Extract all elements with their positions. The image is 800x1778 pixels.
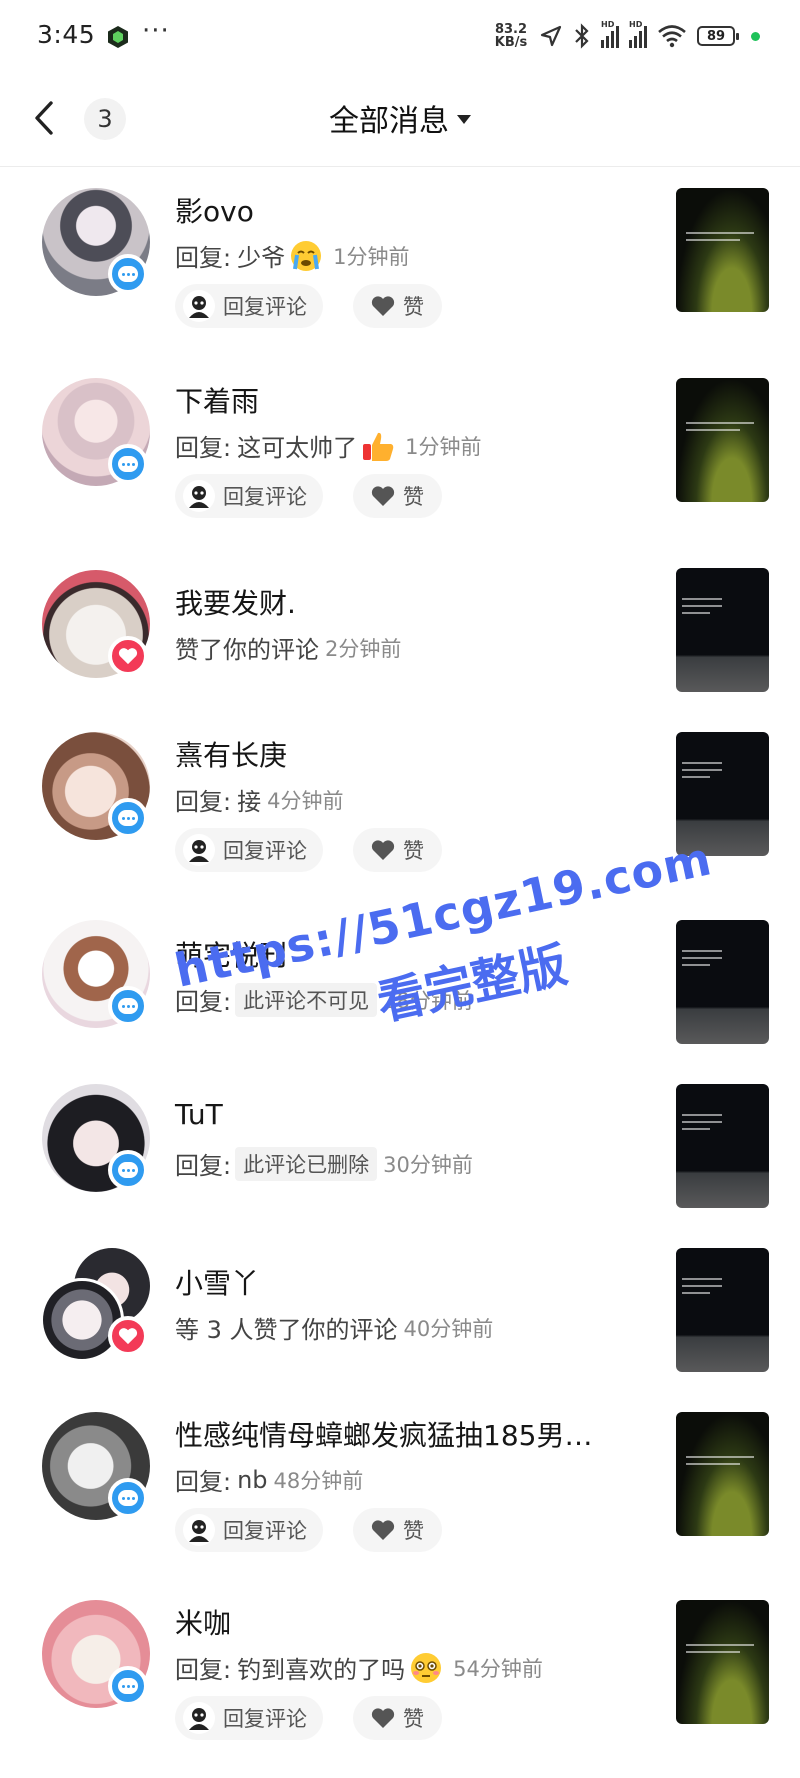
message-text: 回复: 此评论已删除 30分钟前 — [175, 1146, 473, 1181]
more-notifications-icon: ··· — [142, 16, 170, 46]
message-filter-dropdown[interactable]: 全部消息 — [0, 96, 800, 140]
heart-icon — [371, 1708, 395, 1728]
video-thumbnail[interactable] — [676, 378, 769, 502]
video-thumbnail[interactable] — [676, 1084, 769, 1208]
message-text: 回复: 这可太帅了 1分钟前 — [175, 428, 481, 463]
like-button[interactable]: 赞 — [353, 474, 442, 518]
message-text: 回复: 此评论不可见 28分钟前 — [175, 982, 473, 1017]
comment-badge-icon — [108, 1666, 148, 1706]
message-text: 赞了你的评论 2分钟前 — [175, 636, 402, 664]
reply-comment-button[interactable]: 回复评论 — [175, 828, 323, 872]
comment-badge-icon — [108, 798, 148, 838]
video-thumbnail[interactable] — [676, 568, 769, 692]
like-badge-icon — [108, 1316, 148, 1356]
privacy-indicator-dot — [751, 31, 760, 41]
message-text: 回复: 接 4分钟前 — [175, 788, 344, 816]
heart-icon — [371, 1520, 395, 1540]
wifi-icon — [658, 25, 686, 48]
page-title: 全部消息 — [329, 104, 449, 139]
user-name[interactable]: 下着雨 — [175, 380, 259, 420]
watermark-caption: 看完整版 — [372, 936, 572, 1032]
video-thumbnail[interactable] — [676, 1600, 769, 1724]
comment-badge-icon — [108, 986, 148, 1026]
my-avatar-icon — [183, 1702, 215, 1734]
status-time: 3:45 — [37, 20, 96, 49]
like-button[interactable]: 赞 — [353, 1696, 442, 1740]
message-text: 回复: 少爷 1分钟前 — [175, 238, 409, 273]
heart-icon — [371, 840, 395, 860]
heart-icon — [371, 486, 395, 506]
bluetooth-icon — [575, 23, 589, 49]
status-bar: 3:45 ··· 83.2 KB/s HD HD 89 — [0, 0, 800, 74]
video-thumbnail[interactable] — [676, 732, 769, 856]
user-name[interactable]: TuT — [175, 1098, 223, 1131]
message-text: 等 3 人赞了你的评论 40分钟前 — [175, 1316, 494, 1344]
message-text: 回复: nb 48分钟前 — [175, 1465, 364, 1497]
avatar[interactable] — [40, 1278, 124, 1362]
comment-badge-icon — [108, 444, 148, 484]
my-avatar-icon — [183, 480, 215, 512]
user-name[interactable]: 影ovo — [175, 190, 254, 230]
flushed-emoji-icon — [411, 1652, 442, 1683]
reply-comment-button[interactable]: 回复评论 — [175, 284, 323, 328]
reply-comment-button[interactable]: 回复评论 — [175, 474, 323, 518]
comment-badge-icon — [108, 1150, 148, 1190]
nav-bar: 3 全部消息 — [0, 74, 800, 167]
battery-icon: 89 — [697, 26, 739, 46]
like-button[interactable]: 赞 — [353, 1508, 442, 1552]
message-text: 回复: 钓到喜欢的了吗 54分钟前 — [175, 1650, 543, 1685]
location-icon — [540, 25, 562, 47]
crying-emoji-icon — [291, 240, 322, 271]
comment-badge-icon — [108, 254, 148, 294]
user-name[interactable]: 我要发财. — [175, 582, 296, 622]
user-name[interactable]: 小雪丫 — [175, 1262, 259, 1302]
heart-icon — [371, 296, 395, 316]
user-name[interactable]: 米咖 — [175, 1602, 231, 1642]
user-name[interactable]: 性感纯情母蟑螂发疯猛抽185男… — [175, 1414, 592, 1454]
app-notification-icon — [108, 26, 128, 48]
thumbs-up-emoji-icon — [363, 432, 394, 461]
cellular-signal-icon-2: HD — [629, 20, 647, 48]
like-button[interactable]: 赞 — [353, 828, 442, 872]
like-button[interactable]: 赞 — [353, 284, 442, 328]
cellular-signal-icon: HD — [601, 20, 619, 48]
user-name[interactable]: 熹有长庚 — [175, 734, 287, 774]
comment-badge-icon — [108, 1478, 148, 1518]
caret-down-icon — [457, 114, 471, 124]
my-avatar-icon — [183, 1514, 215, 1546]
user-name[interactable]: 萌宅悦刊 — [175, 934, 287, 974]
video-thumbnail[interactable] — [676, 1248, 769, 1372]
reply-comment-button[interactable]: 回复评论 — [175, 1508, 323, 1552]
my-avatar-icon — [183, 834, 215, 866]
reply-comment-button[interactable]: 回复评论 — [175, 1696, 323, 1740]
network-speed: 83.2 KB/s — [494, 22, 528, 50]
my-avatar-icon — [183, 290, 215, 322]
like-badge-icon — [108, 636, 148, 676]
video-thumbnail[interactable] — [676, 1412, 769, 1536]
video-thumbnail[interactable] — [676, 188, 769, 312]
video-thumbnail[interactable] — [676, 920, 769, 1044]
